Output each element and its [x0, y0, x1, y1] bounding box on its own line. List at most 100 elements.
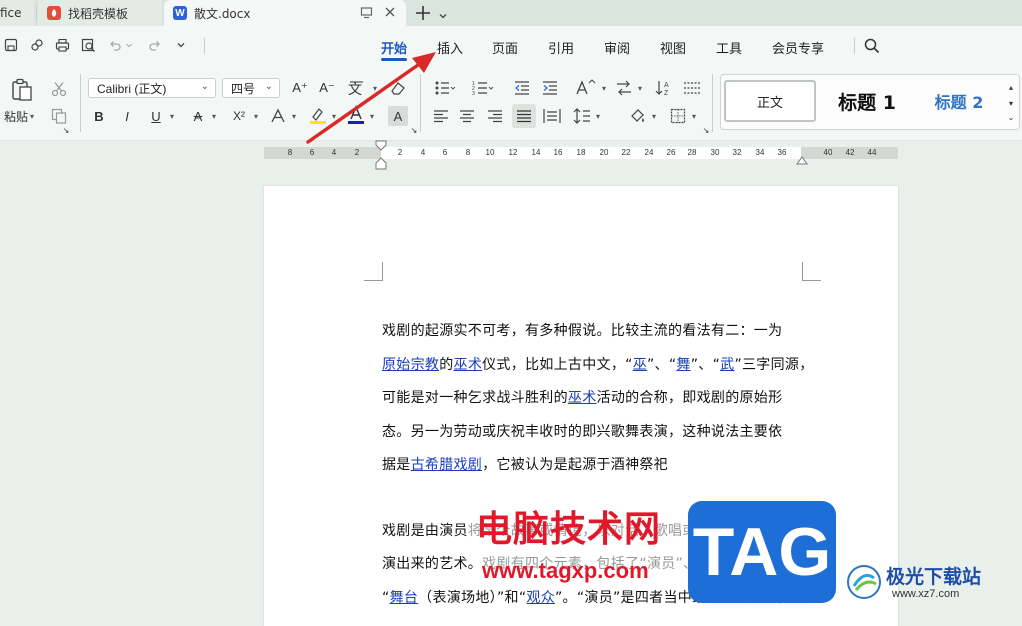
tab-document[interactable]: W 散文.docx [164, 0, 406, 26]
hyperlink[interactable]: 武 [720, 357, 734, 373]
redo-icon[interactable] [146, 36, 164, 54]
hyperlink[interactable]: 古希腊戏剧 [411, 457, 483, 473]
save-icon[interactable] [2, 36, 20, 54]
paragraph-shading-chevron-down-icon[interactable]: ▾ [648, 106, 658, 126]
print-icon[interactable] [53, 36, 71, 54]
new-tab-plus-icon[interactable] [414, 4, 432, 26]
distributed-align-icon[interactable] [542, 106, 562, 126]
ruler-tick-label: 30 [710, 148, 720, 157]
superscript-chevron-down-icon[interactable]: ▾ [250, 106, 260, 126]
cut-icon[interactable] [50, 80, 68, 98]
text-effect-chevron-down-icon[interactable]: ▾ [288, 106, 298, 126]
menu-bar: 开始 插入 页面 引用 审阅 视图 工具 会员专享 [0, 26, 1022, 66]
site-logo-url: www.xz7.com [892, 588, 960, 600]
style-heading-2[interactable]: 标题 2 [916, 80, 1002, 122]
menu-view[interactable]: 视图 [660, 38, 686, 57]
hyperlink[interactable]: 原始宗教 [382, 357, 439, 373]
text-span: 演出来的艺术。 [382, 556, 483, 572]
text-direction-icon[interactable] [572, 78, 598, 98]
monitor-icon[interactable] [360, 6, 373, 22]
decrease-indent-icon[interactable] [512, 78, 532, 98]
line-spacing-icon[interactable] [572, 106, 592, 126]
underline-chevron-down-icon[interactable]: ▾ [166, 106, 176, 126]
hyperlink[interactable]: 舞 [676, 357, 690, 373]
borders-chevron-down-icon[interactable]: ▾ [688, 106, 698, 126]
text-line: 态。另一为劳动或庆祝丰收时的即兴歌舞表演，这种说法主要依 [382, 421, 782, 441]
hyperlink[interactable]: 观众 [526, 590, 555, 606]
tab-office[interactable]: fice [0, 0, 34, 26]
ruler-tick-label: 14 [531, 148, 541, 157]
italic-button[interactable]: I [118, 106, 136, 126]
site-logo-name: 极光下载站 [886, 566, 982, 588]
tab-list-chevron-down-icon[interactable] [438, 6, 448, 25]
hyperlink[interactable]: 巫 [633, 357, 647, 373]
strikethrough-button[interactable]: A [188, 106, 208, 126]
ruler-tick-label: 20 [599, 148, 609, 157]
menu-tools[interactable]: 工具 [716, 38, 742, 57]
right-indent-marker-icon[interactable] [796, 150, 808, 169]
text-direction-chevron-down-icon[interactable]: ▾ [598, 78, 608, 98]
svg-text:A: A [664, 82, 669, 89]
menu-references[interactable]: 引用 [548, 38, 574, 57]
wps-writer-icon: W [173, 6, 187, 20]
paste-icon[interactable] [10, 78, 34, 102]
paragraph-shading-icon[interactable] [628, 106, 648, 126]
line-spacing-chevron-down-icon[interactable]: ▾ [592, 106, 602, 126]
superscript-button[interactable]: X² [228, 106, 250, 126]
ruler-tick-label: 8 [465, 148, 471, 157]
text-span: 态。另一为劳动或庆祝丰收时的即兴歌舞表演，这种说法主要依 [382, 424, 783, 440]
text-line: 原始宗教的巫术仪式，比如上古中文，“巫”、“舞”、“武”三字同源， [382, 354, 814, 374]
ruler-tick-label: 40 [823, 148, 833, 157]
menu-review[interactable]: 审阅 [604, 38, 630, 57]
clipboard-launcher-icon[interactable]: ↘ [62, 126, 70, 135]
annotation-arrow [306, 52, 436, 144]
align-center-icon[interactable] [458, 106, 476, 126]
link-icon[interactable] [28, 36, 46, 54]
underline-button[interactable]: U [146, 106, 166, 126]
search-icon[interactable] [863, 37, 881, 55]
text-effect-icon[interactable] [268, 106, 288, 126]
borders-icon[interactable] [668, 106, 688, 126]
copy-icon[interactable] [50, 107, 68, 125]
tab-docer-templates[interactable]: 找稻壳模板 [38, 0, 162, 26]
text-span: 活动的合称，即戏剧的原始形 [596, 390, 783, 406]
paste-button[interactable]: 粘贴 ▾ [4, 108, 34, 124]
styles-scroll-down-icon[interactable]: ▾ [1005, 96, 1017, 110]
ruler-tick-label: 34 [755, 148, 765, 157]
font-size-select[interactable]: 四号 ⌄ [222, 78, 280, 98]
ruler-tick-label: 12 [508, 148, 518, 157]
menu-page[interactable]: 页面 [492, 38, 518, 57]
more-chevron-down-icon[interactable] [172, 36, 190, 54]
hyperlink[interactable]: 舞台 [390, 590, 419, 606]
menu-membership[interactable]: 会员专享 [772, 38, 824, 57]
print-preview-icon[interactable] [79, 36, 97, 54]
justify-icon[interactable] [512, 104, 536, 128]
chinese-layout-chevron-down-icon[interactable]: ▾ [634, 78, 644, 98]
bold-button[interactable]: B [90, 106, 108, 126]
text-span: 仪式，比如上古中文，“ [482, 357, 633, 373]
ruler-tick-label: 22 [621, 148, 631, 157]
font-name-select[interactable]: Calibri (正文) ⌄ [88, 78, 216, 98]
numbered-list-icon[interactable]: 123 [470, 78, 496, 98]
close-icon[interactable] [384, 6, 396, 21]
undo-dropdown-chevron-down-icon[interactable] [124, 36, 134, 54]
hyperlink[interactable]: 巫术 [454, 357, 483, 373]
chinese-layout-icon[interactable] [614, 78, 634, 98]
styles-more-icon[interactable]: ⌄ [1005, 110, 1017, 124]
hyperlink[interactable]: 巫术 [568, 390, 597, 406]
text-line: 据是古希腊戏剧，它被认为是起源于酒神祭祀 [382, 454, 668, 474]
style-heading-1[interactable]: 标题 1 [822, 80, 912, 122]
docer-icon [47, 6, 61, 20]
undo-icon[interactable] [106, 36, 124, 54]
styles-scroll-up-icon[interactable]: ▴ [1005, 80, 1017, 94]
style-normal[interactable]: 正文 [724, 80, 816, 122]
tab-separator [36, 5, 37, 21]
strikethrough-chevron-down-icon[interactable]: ▾ [208, 106, 218, 126]
increase-indent-icon[interactable] [540, 78, 560, 98]
text-span: “ [382, 590, 390, 606]
paragraph-settings-launcher-icon[interactable]: ↘ [702, 126, 710, 135]
sort-icon[interactable]: AZ [654, 78, 674, 98]
show-hide-marks-icon[interactable] [682, 78, 702, 98]
aurora-logo-icon [847, 565, 881, 599]
align-right-icon[interactable] [486, 106, 504, 126]
